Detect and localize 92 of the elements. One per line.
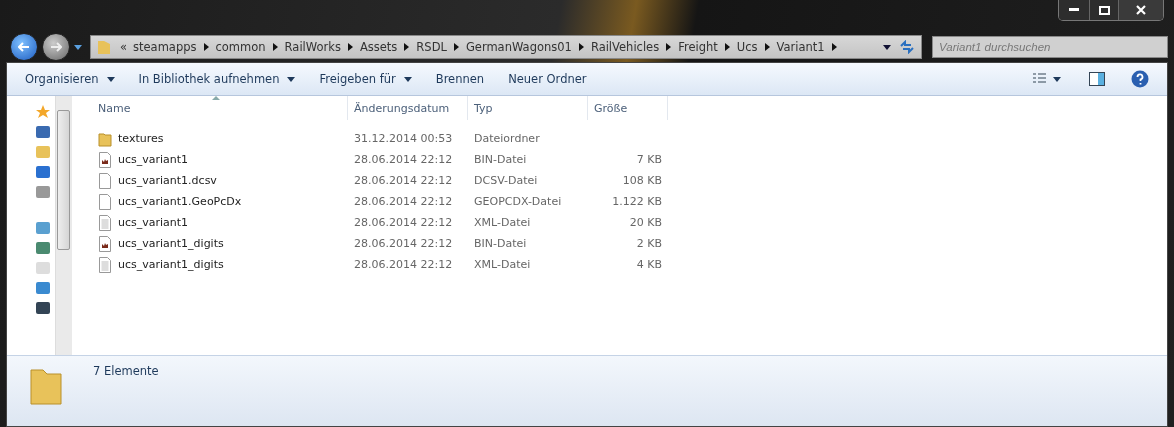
address-bar[interactable]: « steamapps common RailWorks Assets RSDL GermanWagons01 RailVehicles Freight Ucs Variant1	[90, 35, 922, 59]
history-caret-icon[interactable]	[74, 44, 82, 50]
preview-pane-icon[interactable]	[1089, 72, 1105, 86]
chevron-right-icon	[764, 43, 770, 51]
size-cell: 108 KB	[622, 174, 662, 187]
caret-icon	[403, 76, 412, 82]
breadcrumb[interactable]: RSDL	[413, 40, 450, 54]
file-row[interactable]: ucs_variant1_digits 28.06.2014 22:12 XML-Datei 4 KB	[92, 254, 1167, 275]
overflow-chevron[interactable]: «	[117, 40, 131, 54]
toolbar-button[interactable]: In Bibliothek aufnehmen	[128, 68, 306, 90]
sort-arrow-icon	[211, 96, 220, 100]
file-row[interactable]: ucs_variant1 28.06.2014 22:12 BIN-Datei 7 KB	[92, 149, 1167, 170]
file-row[interactable]: ucs_variant1.GeoPcDx 28.06.2014 22:12 GEOPCDX-Datei 1.122 KB	[92, 191, 1167, 212]
breadcrumb[interactable]: Assets	[356, 40, 401, 54]
caret-icon	[106, 76, 115, 82]
date-cell: 31.12.2014 00:53	[354, 132, 453, 145]
size-cell: 2 KB	[636, 237, 662, 250]
chevron-right-icon	[831, 43, 837, 51]
arrow-left-icon	[18, 42, 30, 52]
size-cell: 1.122 KB	[612, 195, 662, 208]
size-cell: 20 KB	[629, 216, 662, 229]
close-icon[interactable]	[1136, 5, 1146, 15]
text-file-icon	[98, 214, 112, 231]
toolbar-button[interactable]: Neuer Ordner	[498, 68, 597, 90]
item-count: 7 Elemente	[93, 364, 159, 378]
dropdown-caret-icon[interactable]	[883, 44, 891, 50]
chevron-right-icon	[453, 43, 459, 51]
file-icon	[98, 172, 112, 189]
chevron-right-icon	[578, 43, 584, 51]
chevron-right-icon	[347, 43, 353, 51]
date-cell: 28.06.2014 22:12	[354, 237, 453, 250]
date-cell: 28.06.2014 22:12	[354, 195, 453, 208]
file-row[interactable]: ucs_variant1.dcsv 28.06.2014 22:12 DCSV-Datei 108 KB	[92, 170, 1167, 191]
file-name: textures	[118, 132, 164, 145]
breadcrumb[interactable]: common	[212, 40, 269, 54]
column-header[interactable]: Typ	[468, 96, 588, 120]
type-cell: DCSV-Datei	[474, 174, 538, 187]
date-cell: 28.06.2014 22:12	[354, 153, 453, 166]
type-cell: BIN-Datei	[474, 237, 527, 250]
type-cell: GEOPCDX-Datei	[474, 195, 562, 208]
star-icon[interactable]	[35, 104, 51, 120]
chevron-right-icon	[404, 43, 410, 51]
column-header[interactable]: Name	[92, 96, 348, 120]
toolbar-button[interactable]: Organisieren	[15, 68, 125, 90]
text-file-icon	[98, 256, 112, 273]
file-name: ucs_variant1	[118, 153, 189, 166]
file-name: ucs_variant1_digits	[118, 258, 224, 271]
refresh-icon[interactable]	[899, 40, 915, 54]
maximize-icon[interactable]	[1098, 5, 1110, 15]
breadcrumb[interactable]: steamapps	[130, 40, 200, 54]
file-name: ucs_variant1	[118, 216, 189, 229]
forward-button[interactable]	[42, 33, 70, 61]
caret-icon	[287, 76, 296, 82]
date-cell: 28.06.2014 22:12	[354, 216, 453, 229]
search-field[interactable]: Variant1 durchsuchen	[932, 36, 1168, 58]
file-row[interactable]: ucs_variant1_digits 28.06.2014 22:12 BIN-Datei 2 KB	[92, 233, 1167, 254]
breadcrumb[interactable]: RailWorks	[281, 40, 344, 54]
column-header[interactable]: Änderungsdatum	[348, 96, 468, 120]
chevron-right-icon	[203, 43, 209, 51]
image-file-icon	[98, 151, 112, 168]
file-row[interactable]: ucs_variant1 28.06.2014 22:12 XML-Datei 20 KB	[92, 212, 1167, 233]
back-button[interactable]	[10, 33, 38, 61]
breadcrumb[interactable]: Freight	[675, 40, 721, 54]
column-header[interactable]: Größe	[588, 96, 668, 120]
file-name: ucs_variant1.GeoPcDx	[118, 195, 242, 208]
toolbar-button[interactable]: Brennen	[425, 68, 495, 90]
file-name: ucs_variant1.dcsv	[118, 174, 217, 187]
chevron-right-icon	[272, 43, 278, 51]
toolbar-button[interactable]: Freigeben für	[309, 68, 422, 90]
chevron-right-icon	[724, 43, 730, 51]
type-cell: XML-Datei	[474, 258, 531, 271]
scrollbar[interactable]	[55, 96, 72, 355]
date-cell: 28.06.2014 22:12	[354, 258, 453, 271]
size-cell: 7 KB	[636, 153, 662, 166]
type-cell: Dateiordner	[474, 132, 540, 145]
date-cell: 28.06.2014 22:12	[354, 174, 453, 187]
size-cell: 4 KB	[636, 258, 662, 271]
help-icon[interactable]	[1131, 70, 1149, 88]
type-cell: BIN-Datei	[474, 153, 527, 166]
breadcrumb[interactable]: Variant1	[773, 40, 828, 54]
file-icon	[98, 193, 112, 210]
breadcrumb[interactable]: Ucs	[733, 40, 761, 54]
image-file-icon	[98, 235, 112, 252]
chevron-right-icon	[666, 43, 672, 51]
breadcrumb[interactable]: GermanWagons01	[462, 40, 575, 54]
view-options-icon[interactable]	[1033, 73, 1063, 85]
type-cell: XML-Datei	[474, 216, 531, 229]
breadcrumb[interactable]: RailVehicles	[587, 40, 663, 54]
minimize-icon[interactable]	[1069, 8, 1079, 12]
file-name: ucs_variant1_digits	[118, 237, 224, 250]
file-row[interactable]: textures 31.12.2014 00:53 Dateiordner	[92, 128, 1167, 149]
arrow-right-icon	[50, 42, 62, 52]
